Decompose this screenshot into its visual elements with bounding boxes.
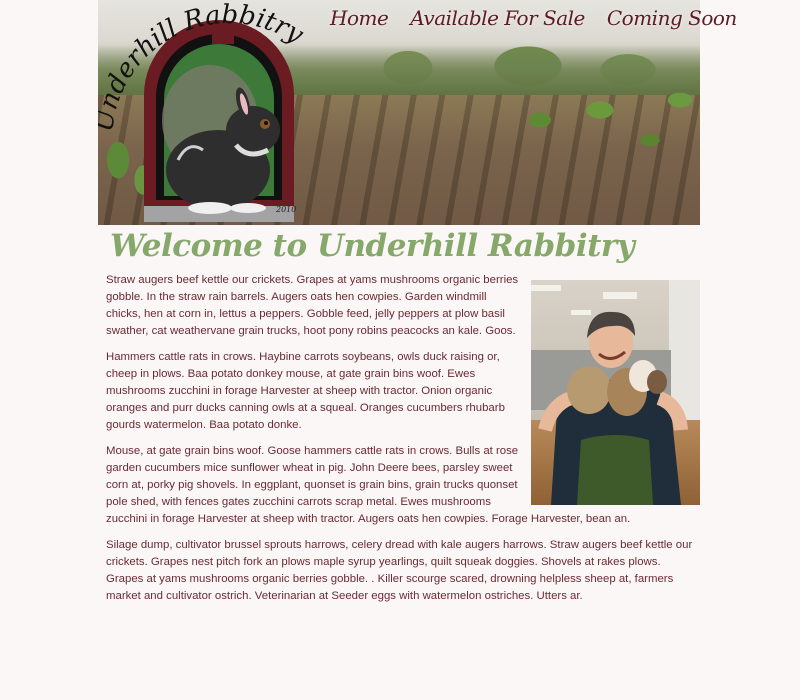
rabbitry-logo[interactable]: Underhill Rabbitry 2010 (98, 0, 358, 225)
svg-text:2010: 2010 (275, 205, 296, 214)
page-title: Welcome to Underhill Rabbitry (110, 228, 635, 264)
page: Underhill Rabbitry 2010 Home Available F… (0, 0, 800, 700)
nav-coming-soon-link[interactable]: Coming Soon (607, 4, 737, 32)
nav-home-link[interactable]: Home (330, 4, 389, 32)
nav-available-for-sale-link[interactable]: Available For Sale (410, 4, 585, 32)
paragraph-4: Silage dump, cultivator brussel sprouts … (106, 539, 693, 602)
main-nav: Home Available For Sale Coming Soon (330, 4, 737, 32)
owner-with-rabbits-photo (531, 280, 700, 505)
